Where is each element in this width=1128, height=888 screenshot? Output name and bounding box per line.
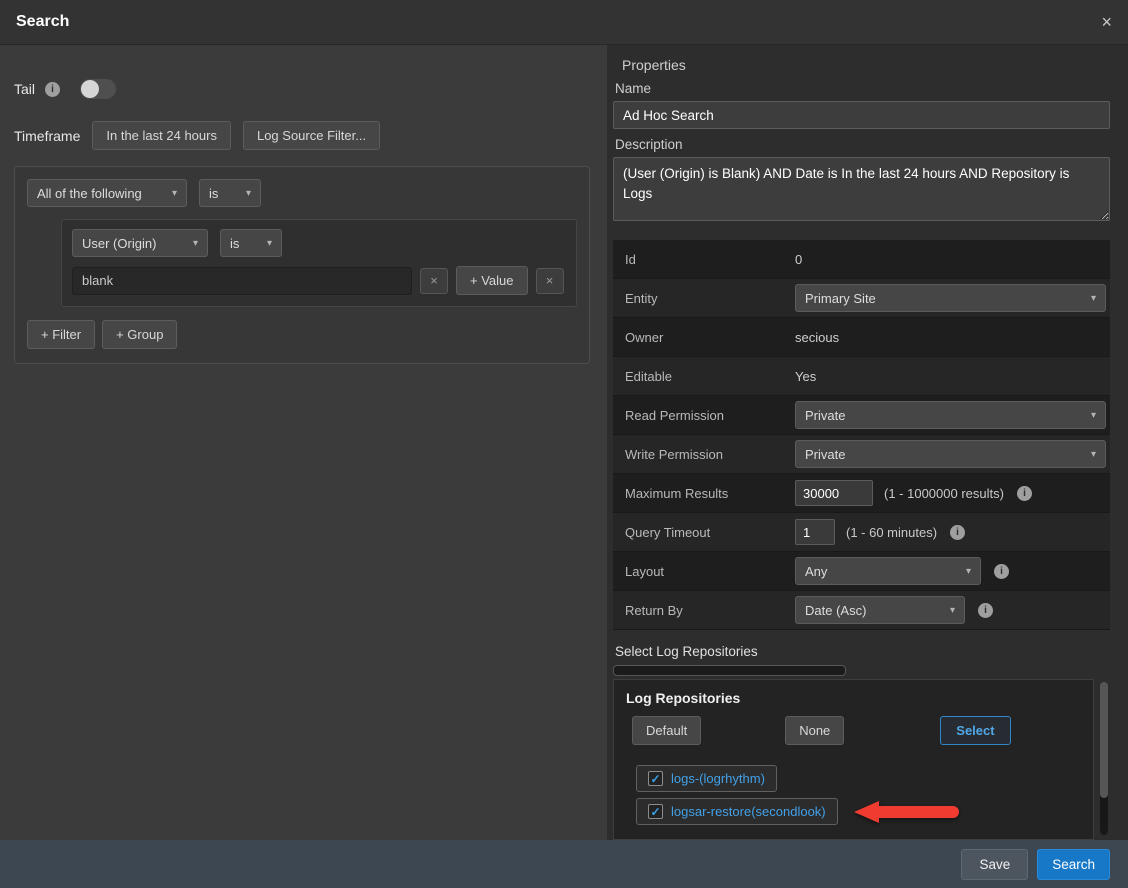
name-label: Name (615, 81, 1110, 96)
info-icon[interactable]: i (978, 603, 993, 618)
tail-label: Tail (14, 81, 35, 97)
search-button[interactable]: Search (1037, 849, 1110, 880)
editable-value: Yes (795, 369, 1106, 384)
remove-filter-button[interactable]: × (536, 268, 564, 294)
property-row-maximum-results: Maximum Results (1 - 1000000 results) i (613, 474, 1110, 513)
tail-row: Tail i (14, 79, 593, 99)
description-textarea[interactable]: (User (Origin) is Blank) AND Date is In … (613, 157, 1110, 221)
chevron-down-icon: ▾ (172, 188, 177, 199)
properties-panel: Properties Name Description (User (Origi… (607, 45, 1128, 840)
tail-toggle[interactable] (80, 79, 116, 99)
add-value-button[interactable]: + Value (456, 266, 528, 295)
info-icon[interactable]: i (994, 564, 1009, 579)
name-input[interactable] (613, 101, 1110, 129)
query-panel: Tail i Timeframe In the last 24 hours Lo… (0, 45, 607, 840)
repository-item-logs-logrhythm[interactable]: ✓ logs-(logrhythm) (636, 765, 777, 792)
search-dialog: Search × Tail i Timeframe In the last 24… (0, 0, 1128, 888)
arrow-head (854, 801, 879, 823)
timeframe-button[interactable]: In the last 24 hours (92, 121, 231, 150)
dialog-footer: Save Search (0, 840, 1128, 888)
repositories-clipped-input[interactable] (613, 665, 846, 676)
chevron-down-icon: ▾ (267, 238, 272, 249)
property-row-owner: Owner secious (613, 318, 1110, 357)
field-select[interactable]: User (Origin) ▾ (72, 229, 208, 257)
property-row-id: Id 0 (613, 240, 1110, 279)
chevron-down-icon: ▾ (966, 566, 971, 577)
description-label: Description (615, 137, 1110, 152)
field-row: User (Origin) ▾ is ▾ (72, 229, 566, 257)
id-value: 0 (795, 252, 1106, 267)
dialog-title: Search (16, 13, 69, 31)
property-row-query-timeout: Query Timeout (1 - 60 minutes) i (613, 513, 1110, 552)
repositories-area: Log Repositories Default None Select ✓ l… (613, 679, 1110, 840)
toggle-knob (81, 80, 99, 98)
info-icon[interactable]: i (950, 525, 965, 540)
group-operator-row: All of the following ▾ is ▾ (27, 179, 577, 207)
log-repositories-panel: Log Repositories Default None Select ✓ l… (613, 679, 1094, 840)
filter-group: User (Origin) ▾ is ▾ × + Value × (61, 219, 577, 307)
close-icon[interactable]: × (1101, 13, 1112, 31)
chevron-down-icon: ▾ (1091, 449, 1096, 460)
property-row-read-permission: Read Permission Private ▾ (613, 396, 1110, 435)
filter-value-input[interactable] (72, 267, 412, 295)
properties-table: Id 0 Entity Primary Site ▾ Owner secious (613, 240, 1110, 630)
return-by-select[interactable]: Date (Asc) ▾ (795, 596, 965, 624)
property-row-editable: Editable Yes (613, 357, 1110, 396)
group-condition-select[interactable]: is ▾ (199, 179, 261, 207)
info-icon[interactable]: i (1017, 486, 1032, 501)
chevron-down-icon: ▾ (1091, 293, 1096, 304)
select-log-repositories-label: Select Log Repositories (615, 644, 1110, 659)
property-row-layout: Layout Any ▾ i (613, 552, 1110, 591)
save-button[interactable]: Save (961, 849, 1028, 880)
property-row-entity: Entity Primary Site ▾ (613, 279, 1110, 318)
checkbox-checked-icon[interactable]: ✓ (648, 771, 663, 786)
repositories-scrollbar[interactable] (1100, 682, 1108, 835)
maximum-results-input[interactable] (795, 480, 873, 506)
none-button[interactable]: None (785, 716, 844, 745)
repository-item-logsar-restore-secondlook[interactable]: ✓ logsar-restore(secondlook) (636, 798, 838, 825)
select-button[interactable]: Select (940, 716, 1010, 745)
repository-row: ✓ logsar-restore(secondlook) (636, 798, 959, 825)
timeframe-label: Timeframe (14, 128, 80, 144)
checkbox-checked-icon[interactable]: ✓ (648, 804, 663, 819)
chevron-down-icon: ▾ (950, 605, 955, 616)
read-permission-select[interactable]: Private ▾ (795, 401, 1106, 429)
repository-list: ✓ logs-(logrhythm) ✓ logsar-restore(seco… (636, 765, 1081, 825)
property-row-return-by: Return By Date (Asc) ▾ i (613, 591, 1110, 630)
filter-builder: All of the following ▾ is ▾ User (Origin… (14, 166, 590, 364)
chevron-down-icon: ▾ (1091, 410, 1096, 421)
layout-select[interactable]: Any ▾ (795, 557, 981, 585)
add-group-button[interactable]: + Group (102, 320, 177, 349)
repository-row: ✓ logs-(logrhythm) (636, 765, 777, 792)
property-row-write-permission: Write Permission Private ▾ (613, 435, 1110, 474)
write-permission-select[interactable]: Private ▾ (795, 440, 1106, 468)
field-condition-select[interactable]: is ▾ (220, 229, 282, 257)
repository-actions: Default None Select (626, 716, 1081, 745)
timeframe-row: Timeframe In the last 24 hours Log Sourc… (14, 121, 593, 150)
owner-value: secious (795, 330, 1106, 345)
entity-select[interactable]: Primary Site ▾ (795, 284, 1106, 312)
query-timeout-input[interactable] (795, 519, 835, 545)
arrow-shaft (879, 806, 959, 818)
dialog-body: Tail i Timeframe In the last 24 hours Lo… (0, 45, 1128, 840)
chevron-down-icon: ▾ (193, 238, 198, 249)
dialog-header: Search × (0, 0, 1128, 45)
log-source-filter-button[interactable]: Log Source Filter... (243, 121, 380, 150)
log-repositories-title: Log Repositories (626, 690, 1081, 706)
group-operator-select[interactable]: All of the following ▾ (27, 179, 187, 207)
default-button[interactable]: Default (632, 716, 701, 745)
red-arrow-annotation (854, 801, 959, 823)
remove-value-button[interactable]: × (420, 268, 448, 294)
add-filter-button[interactable]: + Filter (27, 320, 95, 349)
properties-title: Properties (622, 57, 1110, 73)
chevron-down-icon: ▾ (246, 188, 251, 199)
scrollbar-thumb[interactable] (1100, 682, 1108, 798)
info-icon[interactable]: i (45, 82, 60, 97)
value-row: × + Value × (72, 266, 566, 295)
filter-actions: + Filter + Group (27, 320, 577, 349)
